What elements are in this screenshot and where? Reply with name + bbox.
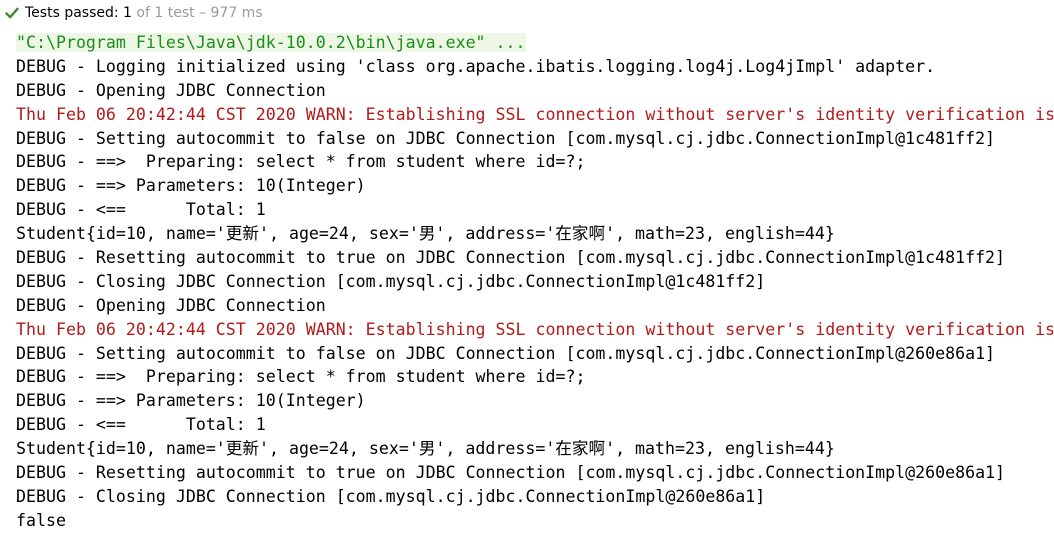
console-line: DEBUG - ==> Preparing: select * from stu…	[16, 365, 1054, 389]
console-line-text: DEBUG - Setting autocommit to false on J…	[16, 343, 996, 363]
console-line-text: DEBUG - Opening JDBC Connection	[16, 295, 326, 315]
console-line: DEBUG - Opening JDBC Connection	[16, 79, 1054, 103]
console-line: DEBUG - Closing JDBC Connection [com.mys…	[16, 270, 1054, 294]
console-command-line: "C:\Program Files\Java\jdk-10.0.2\bin\ja…	[16, 31, 1054, 55]
console-warning-line: Thu Feb 06 20:42:44 CST 2020 WARN: Estab…	[16, 103, 1054, 127]
console-line: DEBUG - ==> Preparing: select * from stu…	[16, 150, 1054, 174]
tests-passed-count: 1	[123, 5, 132, 21]
test-status-bar: Tests passed: 1 of 1 test – 977 ms	[0, 0, 1054, 26]
console-output: "C:\Program Files\Java\jdk-10.0.2\bin\ja…	[16, 31, 1054, 533]
console-line: Student{id=10, name='更新', age=24, sex='男…	[16, 437, 1054, 461]
console-line-text: Student{id=10, name='更新', age=24, sex='男…	[16, 439, 835, 459]
console-line: Student{id=10, name='更新', age=24, sex='男…	[16, 222, 1054, 246]
console-line-text: "C:\Program Files\Java\jdk-10.0.2\bin\ja…	[16, 33, 526, 52]
console-line-text: DEBUG - Closing JDBC Connection [com.mys…	[16, 486, 766, 506]
console-line-text: DEBUG - ==> Preparing: select * from stu…	[16, 152, 586, 172]
console-line: DEBUG - Closing JDBC Connection [com.mys…	[16, 485, 1054, 509]
console-line-text: DEBUG - Opening JDBC Connection	[16, 80, 326, 100]
console-line: DEBUG - Resetting autocommit to true on …	[16, 461, 1054, 485]
console-warning-line: Thu Feb 06 20:42:44 CST 2020 WARN: Estab…	[16, 318, 1054, 342]
console-line: DEBUG - Setting autocommit to false on J…	[16, 342, 1054, 366]
console-line: DEBUG - Setting autocommit to false on J…	[16, 127, 1054, 151]
console-line: DEBUG - <== Total: 1	[16, 413, 1054, 437]
console-line-text: DEBUG - <== Total: 1	[16, 415, 266, 435]
console-line: DEBUG - Logging initialized using 'class…	[16, 55, 1054, 79]
console-line-text: DEBUG - Logging initialized using 'class…	[16, 56, 936, 76]
console-line: DEBUG - Resetting autocommit to true on …	[16, 246, 1054, 270]
console-line: DEBUG - <== Total: 1	[16, 198, 1054, 222]
console-line: false	[16, 509, 1054, 533]
console-line-text: Thu Feb 06 20:42:44 CST 2020 WARN: Estab…	[16, 104, 1054, 124]
tests-passed-label: Tests passed:	[25, 5, 119, 21]
console-line-text: DEBUG - Closing JDBC Connection [com.mys…	[16, 271, 766, 291]
console-line-text: DEBUG - <== Total: 1	[16, 200, 266, 220]
console-line: DEBUG - ==> Parameters: 10(Integer)	[16, 174, 1054, 198]
console-line-text: DEBUG - ==> Parameters: 10(Integer)	[16, 391, 366, 411]
console-line: DEBUG - ==> Parameters: 10(Integer)	[16, 389, 1054, 413]
console-line-text: DEBUG - Resetting autocommit to true on …	[16, 463, 1006, 483]
console-line-text: DEBUG - ==> Parameters: 10(Integer)	[16, 176, 366, 196]
run-tool-window: Tests passed: 1 of 1 test – 977 ms "C:\P…	[0, 0, 1054, 550]
console-line-text: false	[16, 510, 66, 530]
check-icon	[5, 7, 19, 19]
console-line: DEBUG - Opening JDBC Connection	[16, 294, 1054, 318]
console-line-text: DEBUG - Resetting autocommit to true on …	[16, 248, 1006, 268]
console-line-text: DEBUG - Setting autocommit to false on J…	[16, 128, 996, 148]
console-line-text: Thu Feb 06 20:42:44 CST 2020 WARN: Estab…	[16, 319, 1054, 339]
console-line-text: Student{id=10, name='更新', age=24, sex='男…	[16, 224, 835, 244]
console-line-text: DEBUG - ==> Preparing: select * from stu…	[16, 367, 586, 387]
tests-detail: of 1 test – 977 ms	[136, 5, 263, 21]
